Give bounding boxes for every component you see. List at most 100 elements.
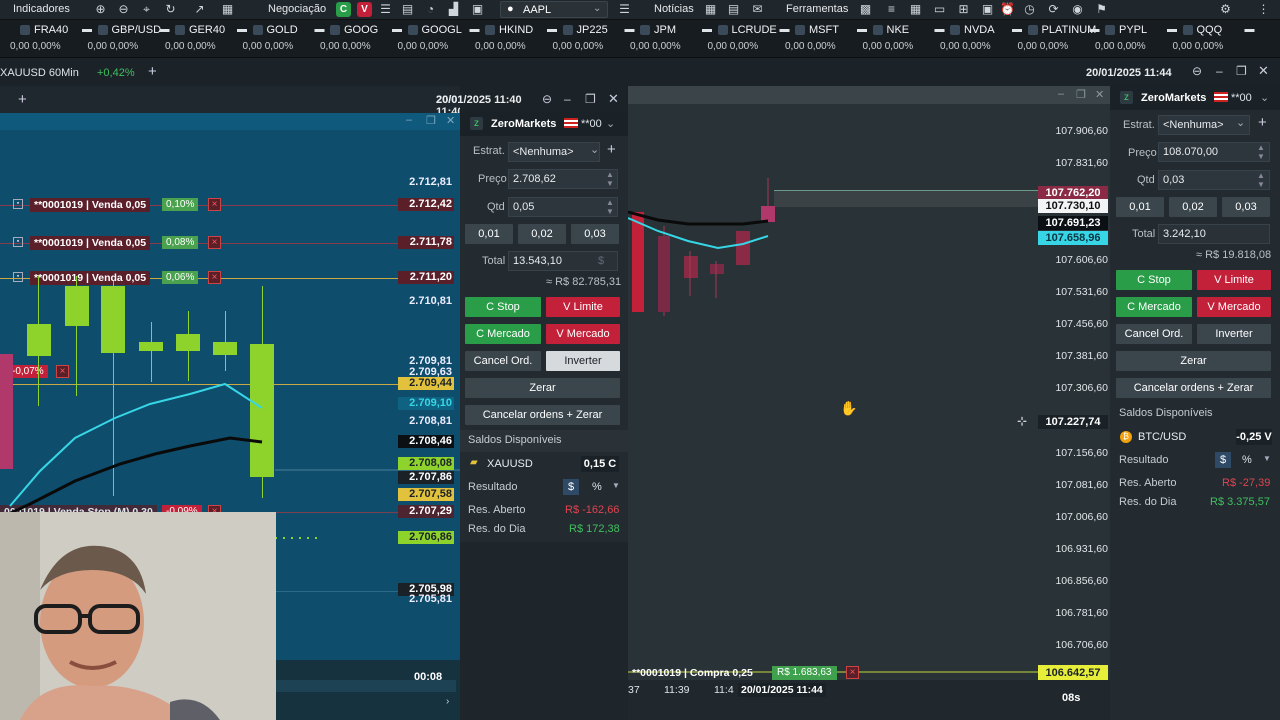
tools-menu[interactable]: Ferramentas	[786, 3, 848, 15]
strategy-select[interactable]: <Nenhuma>	[508, 142, 600, 162]
zero-position-button[interactable]: Zerar	[1116, 351, 1271, 371]
horizontal-scrollbar[interactable]	[276, 680, 456, 692]
account-id[interactable]: **00	[581, 118, 602, 130]
options-icon[interactable]: ⊖	[1192, 64, 1202, 78]
add-strategy-icon[interactable]: +	[1258, 114, 1267, 131]
qty-input[interactable]: 0,05	[508, 197, 618, 217]
cancel-orders-button[interactable]: Cancel Ord.	[465, 351, 541, 371]
zoom-out-icon[interactable]: ⊖	[116, 2, 131, 17]
indicators-menu[interactable]: Indicadores	[13, 3, 70, 15]
price-input[interactable]: 108.070,00	[1158, 142, 1270, 162]
menu-icon[interactable]: ☰	[617, 2, 632, 17]
tool-window-icon[interactable]: ▭	[932, 2, 947, 17]
qty-preset-button[interactable]: 0,01	[1116, 197, 1164, 217]
chart-symbol[interactable]: XAUUSD 60Min	[0, 67, 79, 79]
broker-name: ZeroMarkets	[1141, 92, 1207, 104]
scroll-right-icon[interactable]: ›	[446, 696, 449, 707]
document-icon[interactable]: ▤	[726, 2, 741, 17]
percent-toggle[interactable]: %	[1242, 454, 1252, 466]
chat-icon[interactable]: ◉	[1070, 2, 1085, 17]
sell-limit-button[interactable]: V Limite	[1197, 270, 1271, 290]
invert-button[interactable]: Inverter	[546, 351, 620, 371]
tool-tree-icon[interactable]: ⊞	[956, 2, 971, 17]
options-icon[interactable]: ⊖	[542, 92, 552, 106]
qty-preset-button[interactable]: 0,01	[465, 224, 513, 244]
buy-quick-button[interactable]: C	[336, 2, 351, 17]
stepper-icon[interactable]: ▲ ▼	[1257, 143, 1265, 161]
gear-icon[interactable]: ⚙	[1218, 2, 1233, 17]
stepper-icon[interactable]: ▲ ▼	[606, 170, 614, 188]
layout-icon[interactable]: ▦	[220, 2, 235, 17]
right-chart[interactable]: – ❐ ✕ 107.906,60 107.831,60 107.606,60 1…	[628, 86, 1110, 720]
flag-icon[interactable]: ⚑	[1094, 2, 1109, 17]
buy-order-tag[interactable]: **0001019 | Compra 0,25	[632, 666, 753, 680]
buy-market-button[interactable]: C Mercado	[465, 324, 541, 344]
gold-icon: ▰	[470, 457, 478, 468]
symbol-selector[interactable]: ● AAPL ⌄	[500, 1, 608, 18]
tool-lines-icon[interactable]: ≡	[884, 2, 899, 17]
qty-preset-button[interactable]: 0,03	[571, 224, 619, 244]
kebab-menu-icon[interactable]: ⋮	[1256, 2, 1271, 17]
trading-menu[interactable]: Negociação	[268, 3, 326, 15]
chart-icon[interactable]: ▟	[446, 2, 461, 17]
tool-grid-icon[interactable]: ▩	[858, 2, 873, 17]
sync-icon[interactable]: ⟳	[1046, 2, 1061, 17]
account-id[interactable]: **00	[1231, 92, 1252, 104]
currency-toggle[interactable]: $	[1215, 452, 1231, 468]
restore-icon[interactable]: ❐	[585, 92, 596, 106]
chevron-down-icon[interactable]: ⌄	[1236, 116, 1245, 129]
qty-preset-button[interactable]: 0,02	[518, 224, 566, 244]
tool-table-icon[interactable]: ▦	[908, 2, 923, 17]
zero-position-button[interactable]: Zerar	[465, 378, 620, 398]
buy-stop-button[interactable]: C Stop	[1116, 270, 1192, 290]
qty-input[interactable]: 0,03	[1158, 170, 1270, 190]
chevron-down-icon[interactable]: ▼	[1263, 454, 1271, 463]
buy-stop-button[interactable]: C Stop	[465, 297, 541, 317]
grid-icon[interactable]: ▣	[470, 2, 485, 17]
sell-limit-button[interactable]: V Limite	[546, 297, 620, 317]
qty-preset-button[interactable]: 0,02	[1169, 197, 1217, 217]
percent-toggle[interactable]: %	[592, 481, 602, 493]
zoom-in-icon[interactable]: ⊕	[93, 2, 108, 17]
qty-preset-button[interactable]: 0,03	[1222, 197, 1270, 217]
refresh-icon[interactable]: ↻	[163, 2, 178, 17]
close-icon[interactable]: ✕	[608, 91, 619, 107]
news-menu[interactable]: Notícias	[654, 3, 694, 15]
chevron-down-icon[interactable]: ⌄	[590, 143, 599, 156]
drawing-icon[interactable]: ↗	[192, 2, 207, 17]
crosshair-icon[interactable]: ⊹	[1017, 414, 1027, 428]
stepper-icon[interactable]: ▲ ▼	[1257, 171, 1265, 189]
invert-button[interactable]: Inverter	[1197, 324, 1271, 344]
cancel-and-zero-button[interactable]: Cancelar ordens + Zerar	[1116, 378, 1271, 398]
list-icon[interactable]: ☰	[378, 2, 393, 17]
sell-market-button[interactable]: V Mercado	[546, 324, 620, 344]
price-tag-cyan: 107.658,96	[1038, 231, 1108, 245]
chevron-down-icon[interactable]: ▼	[612, 481, 620, 490]
sell-market-button[interactable]: V Mercado	[1197, 297, 1271, 317]
currency-toggle[interactable]: $	[563, 479, 579, 495]
minimize-icon[interactable]: –	[1216, 64, 1223, 78]
mail-icon[interactable]: ✉	[750, 2, 765, 17]
restore-icon[interactable]: ❐	[1236, 64, 1247, 78]
book-icon[interactable]: ▤	[400, 2, 415, 17]
chevron-down-icon[interactable]: ⌄	[606, 117, 615, 130]
add-chart-icon[interactable]: +	[148, 63, 157, 80]
crosshair-icon[interactable]: ⌖	[139, 2, 154, 17]
add-strategy-icon[interactable]: +	[607, 141, 616, 158]
minimize-icon[interactable]: –	[564, 92, 571, 106]
price-input[interactable]: 2.708,62	[508, 169, 618, 189]
stepper-icon[interactable]: ▲ ▼	[606, 198, 614, 216]
pie-icon[interactable]: ◔	[423, 2, 438, 17]
order-panel-left: z ZeroMarkets **00 ⌄ Estrat. <Nenhuma> ⌄…	[460, 112, 628, 542]
calculator-icon[interactable]: ▦	[703, 2, 718, 17]
timer-icon[interactable]: ◷	[1022, 2, 1037, 17]
buy-market-button[interactable]: C Mercado	[1116, 297, 1192, 317]
close-icon[interactable]: ✕	[1258, 63, 1269, 79]
cancel-and-zero-button[interactable]: Cancelar ordens + Zerar	[465, 405, 620, 425]
tool-screen-icon[interactable]: ▣	[980, 2, 995, 17]
sell-quick-button[interactable]: V	[357, 2, 372, 17]
chevron-down-icon[interactable]: ⌄	[1260, 91, 1269, 104]
close-order-icon[interactable]: ×	[846, 666, 859, 679]
cancel-orders-button[interactable]: Cancel Ord.	[1116, 324, 1192, 344]
alarm-icon[interactable]: ⏰	[1000, 2, 1015, 17]
